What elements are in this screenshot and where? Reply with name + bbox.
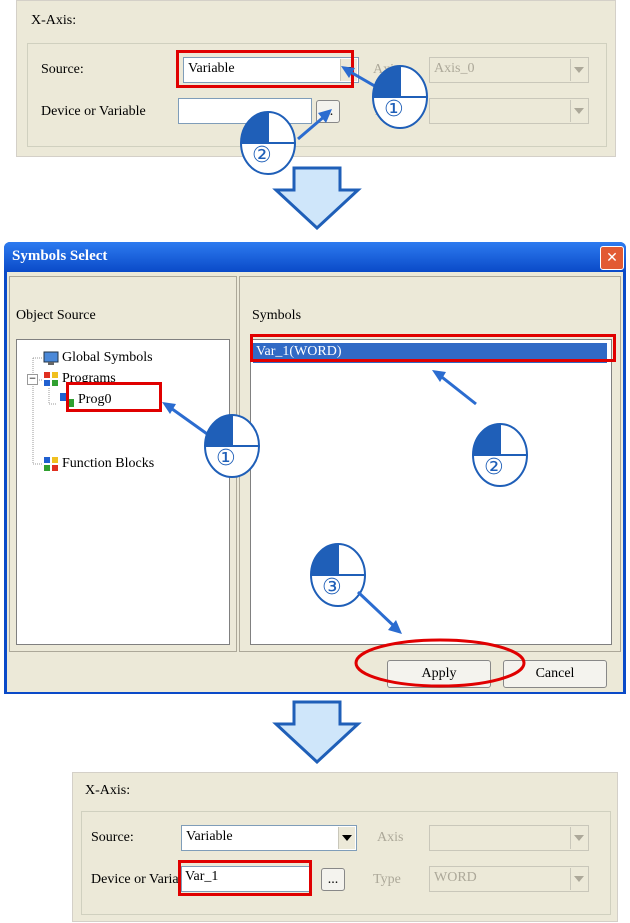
x-axis-panel-bottom: X-Axis: Source: Variable Axis Device or …	[72, 772, 618, 922]
type-select[interactable]	[429, 98, 589, 124]
minus-icon: −	[28, 374, 37, 384]
chevron-down-icon[interactable]	[338, 827, 355, 849]
down-arrow-icon	[272, 166, 362, 230]
mouse-step-1-dialog: ①	[202, 413, 262, 484]
highlight-device-input	[178, 860, 312, 896]
close-button[interactable]: ✕	[600, 246, 624, 270]
step-number: ③	[322, 575, 342, 600]
dialog-title: Symbols Select	[12, 248, 108, 264]
mouse-step-1-top: ①	[370, 64, 430, 135]
step-number: ②	[484, 455, 504, 480]
down-arrow-icon	[272, 700, 362, 764]
close-icon: ✕	[606, 250, 618, 266]
mouse-step-2-dialog: ②	[470, 422, 530, 493]
highlight-apply-ellipse	[354, 638, 526, 688]
x-axis-title: X-Axis:	[85, 783, 131, 798]
symbols-pane: Symbols Var_1(WORD)	[239, 276, 621, 652]
tree-label: Function Blocks	[62, 456, 155, 471]
chevron-down-icon[interactable]	[570, 59, 587, 81]
type-select-value: WORD	[434, 870, 477, 885]
function-blocks-icon	[44, 457, 58, 471]
globe-icon	[43, 351, 59, 365]
highlight-prog0	[66, 382, 162, 412]
highlight-symbol-row	[250, 334, 616, 362]
tree-item-function-blocks[interactable]: Function Blocks	[43, 456, 154, 472]
source-select-value: Variable	[186, 829, 233, 844]
symbols-select-dialog: Symbols Select ✕ Object Source Global Sy…	[4, 242, 626, 694]
type-select[interactable]: WORD	[429, 866, 589, 892]
object-source-label: Object Source	[16, 308, 96, 323]
device-label: Device or Variable	[41, 104, 146, 119]
axis-select-value: Axis_0	[434, 61, 475, 76]
tree-label: Global Symbols	[62, 350, 153, 365]
step-number: ①	[216, 446, 236, 471]
highlight-source-select	[176, 50, 354, 88]
axis-select[interactable]: Axis_0	[429, 57, 589, 83]
pointer-arrow-icon	[356, 590, 402, 634]
chevron-down-icon[interactable]	[570, 868, 587, 890]
step-number: ①	[384, 97, 404, 122]
source-label: Source:	[41, 62, 84, 77]
pointer-arrow-icon	[432, 370, 477, 406]
source-select[interactable]: Variable	[181, 825, 357, 851]
expand-toggle[interactable]: −	[27, 374, 38, 385]
tree-item-global-symbols[interactable]: Global Symbols	[43, 350, 153, 366]
axis-select[interactable]	[429, 825, 589, 851]
symbols-label: Symbols	[252, 308, 302, 323]
source-label: Source:	[91, 830, 134, 845]
x-axis-title: X-Axis:	[31, 13, 77, 28]
type-label: Type	[373, 872, 401, 887]
chevron-down-icon[interactable]	[570, 827, 587, 849]
browse-button[interactable]: ...	[321, 868, 345, 891]
programs-icon	[44, 372, 58, 386]
chevron-down-icon[interactable]	[570, 100, 587, 122]
step-number: ②	[252, 143, 272, 168]
axis-label: Axis	[377, 830, 404, 845]
